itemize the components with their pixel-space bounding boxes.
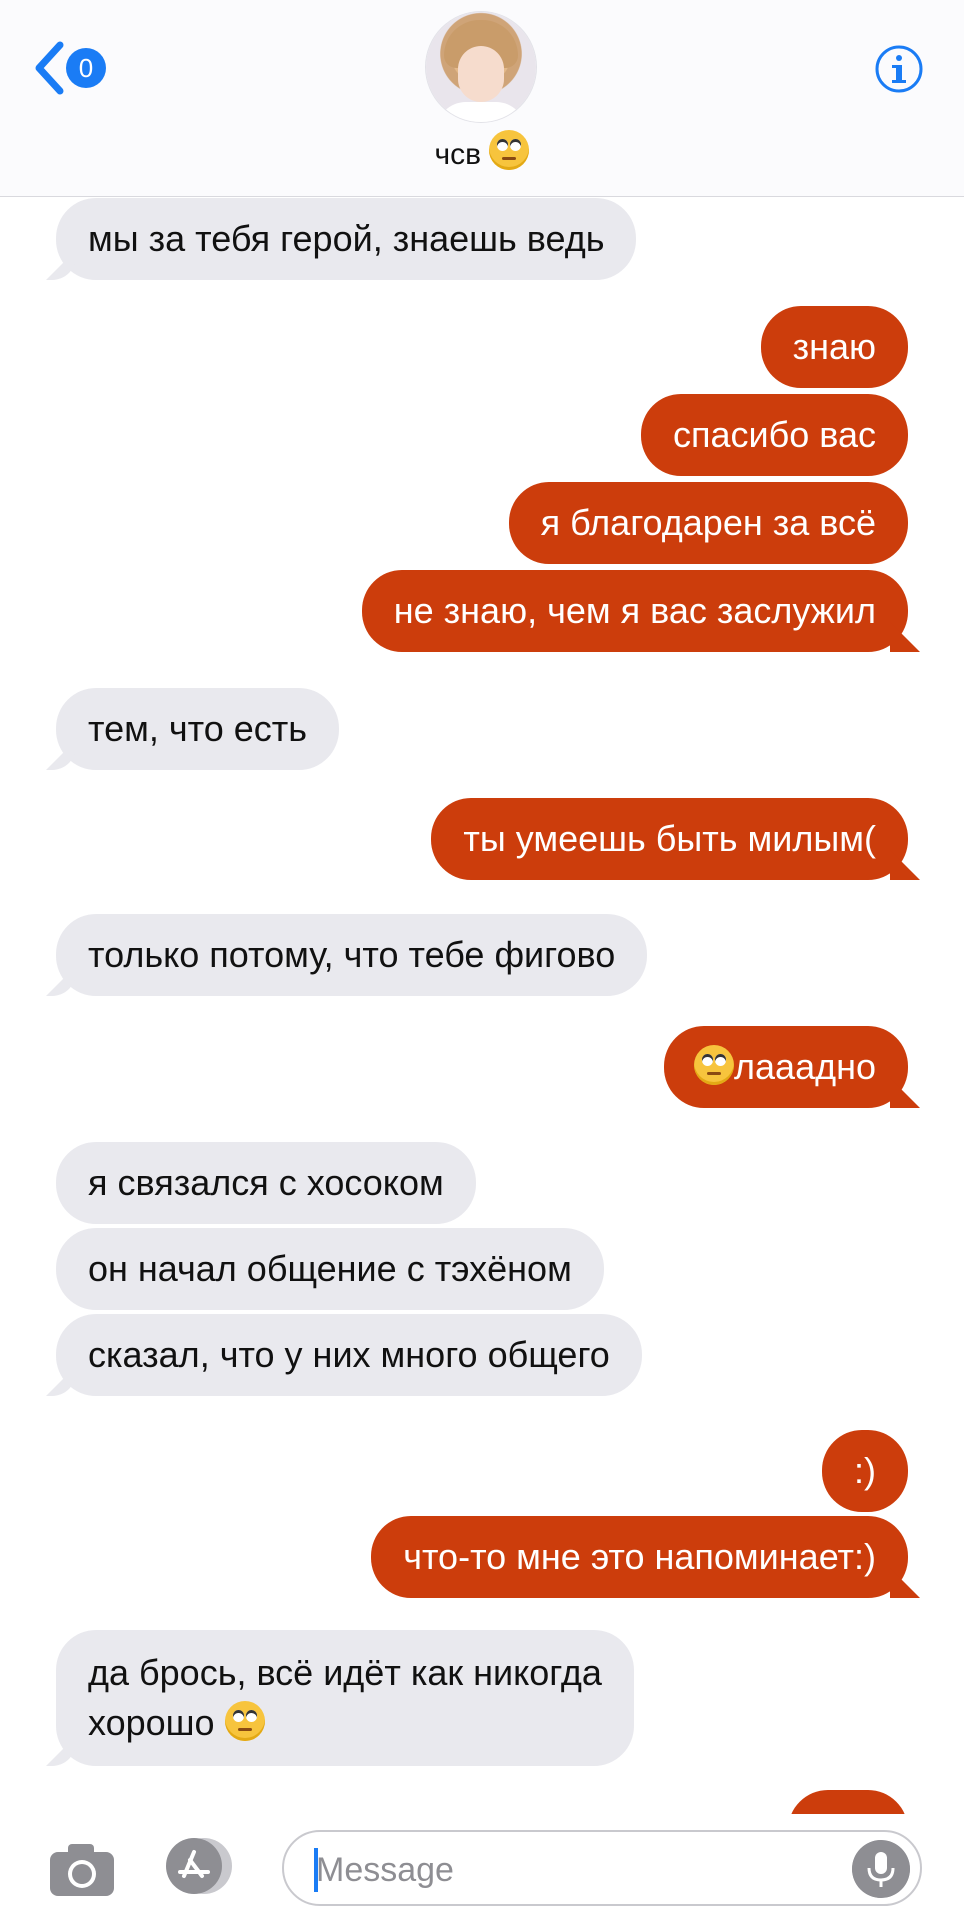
face-with-rolling-eyes-icon — [224, 1701, 265, 1741]
message-outgoing: не знаю, чем я вас заслужил — [361, 570, 908, 652]
message-text: лааадно — [734, 1046, 876, 1087]
contact-avatar[interactable] — [426, 12, 536, 122]
message-outgoing: ты умеешь быть милым( — [431, 798, 908, 880]
message-text: ты умеешь быть милым( — [463, 818, 876, 859]
message-incoming: мы за тебя герой, знаешь ведь — [56, 198, 637, 280]
message-input-field[interactable] — [282, 1830, 922, 1906]
face-with-rolling-eyes-icon — [694, 1045, 735, 1085]
face-with-rolling-eyes-icon — [489, 130, 530, 170]
conversation-thread[interactable]: мы за тебя герой, знаешь ведь знаю спаси… — [0, 0, 964, 1920]
message-outgoing: знаю — [760, 306, 908, 388]
info-icon[interactable] — [874, 44, 924, 94]
message-text: я связался с хосоком — [88, 1162, 444, 1203]
message-incoming: он начал общение с тэхёном — [56, 1228, 604, 1310]
message-text: не знаю, чем я вас заслужил — [393, 590, 876, 631]
message-incoming: только потому, что тебе фигово — [56, 914, 648, 996]
message-text: спасибо вас — [672, 414, 876, 455]
message-text: тем, что есть — [88, 708, 307, 749]
message-incoming: я связался с хосоком — [56, 1142, 476, 1224]
conversation-header: 0 чсв — [0, 0, 964, 197]
chevron-left-icon — [35, 41, 64, 95]
microphone-icon[interactable] — [852, 1840, 910, 1898]
message-text-line: да брось, всё идёт как никогда — [88, 1652, 602, 1693]
message-input[interactable] — [314, 1842, 858, 1898]
message-text: :) — [854, 1450, 876, 1491]
message-incoming: тем, что есть — [56, 688, 339, 770]
message-incoming: да брось, всё идёт как никогда хорошо — [56, 1630, 634, 1766]
message-outgoing: что-то мне это напоминает:) — [371, 1516, 908, 1598]
message-outgoing: спасибо вас — [640, 394, 908, 476]
message-outgoing: :) — [822, 1430, 908, 1512]
camera-icon[interactable] — [48, 1840, 116, 1898]
message-text: что-то мне это напоминает:) — [403, 1536, 876, 1577]
unread-count-badge: 0 — [66, 48, 106, 88]
back-button[interactable]: 0 — [34, 38, 106, 98]
message-text: он начал общение с тэхёном — [88, 1248, 572, 1289]
message-text: сказал, что у них много общего — [88, 1334, 610, 1375]
message-composer-bar — [0, 1814, 964, 1920]
message-outgoing: я благодарен за всё — [508, 482, 908, 564]
app-store-icon[interactable] — [160, 1836, 240, 1896]
message-text: мы за тебя герой, знаешь ведь — [88, 218, 605, 259]
message-text: я благодарен за всё — [540, 502, 876, 543]
message-text: только потому, что тебе фигово — [88, 934, 616, 975]
contact-name[interactable]: чсв — [0, 130, 964, 172]
message-outgoing: лааадно — [664, 1026, 908, 1108]
message-text: знаю — [792, 326, 876, 367]
message-text-line: хорошо — [88, 1702, 215, 1743]
message-incoming: сказал, что у них много общего — [56, 1314, 642, 1396]
